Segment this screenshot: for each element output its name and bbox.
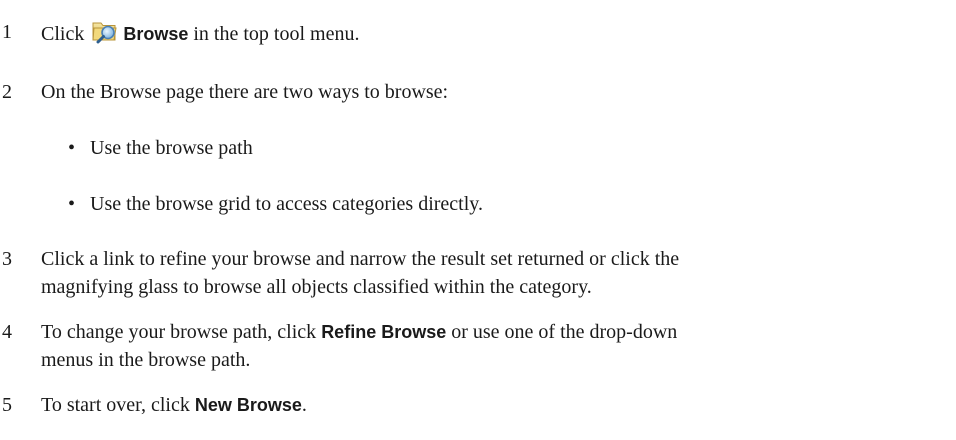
step-text: Click a link to refine your browse and n… xyxy=(41,248,680,298)
step-text: On the Browse page there are two ways to… xyxy=(41,81,449,103)
step-text: To start over, click New Browse. xyxy=(41,394,307,416)
step-number: 4 xyxy=(2,321,12,343)
bullet-dot: • xyxy=(68,193,76,215)
browse-folder-magnifier-icon xyxy=(91,18,121,44)
step-number: 3 xyxy=(2,248,12,270)
bullet-dot: • xyxy=(68,137,76,159)
step-number: 1 xyxy=(2,21,12,43)
step-text: Click Browse in the top tool menu. xyxy=(41,18,956,48)
browse-menu-label: Browse xyxy=(123,24,189,44)
bullet-text: Use the browse path xyxy=(90,137,253,159)
new-browse-label: New Browse xyxy=(194,395,302,415)
bullet-text: Use the browse grid to access categories… xyxy=(90,193,483,215)
refine-browse-label: Refine Browse xyxy=(321,322,447,342)
step-text: To change your browse path, click Refine… xyxy=(41,321,678,371)
step-number: 5 xyxy=(2,394,12,416)
step-number: 2 xyxy=(2,81,12,103)
